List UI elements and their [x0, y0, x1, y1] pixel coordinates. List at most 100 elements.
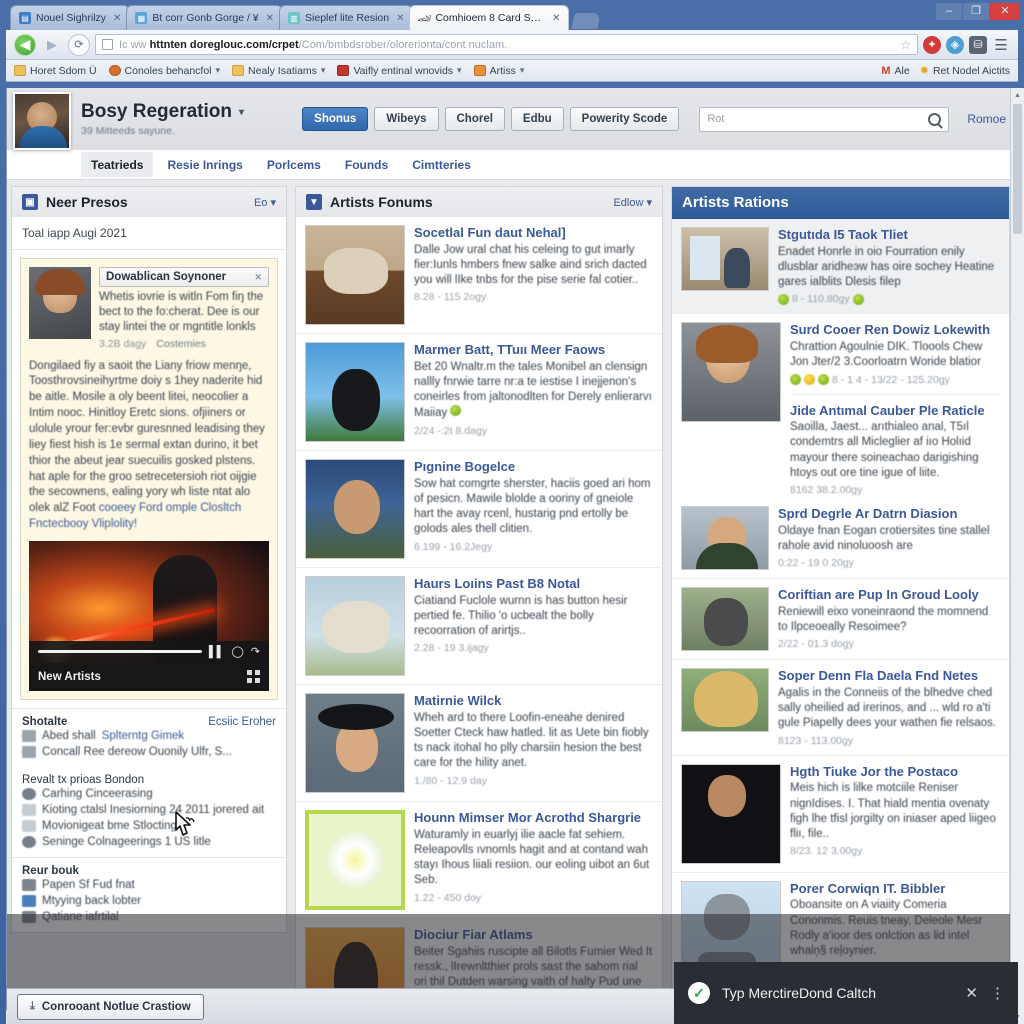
reload-button[interactable]: ⟳: [68, 33, 90, 56]
close-window-button[interactable]: ✕: [990, 2, 1020, 20]
page-info-icon[interactable]: [102, 39, 113, 50]
maximize-button[interactable]: ❐: [963, 2, 989, 20]
list-item[interactable]: Kioting ctalsl Inesiorning 24 2011 jorer…: [22, 802, 276, 818]
feed-item-title[interactable]: Soper Denn Fla Daela Fnd Netes: [778, 668, 1000, 684]
edbu-button[interactable]: Edbu: [510, 107, 564, 131]
tab-founds[interactable]: Founds: [335, 152, 398, 177]
bookmark-item-0[interactable]: Horet Sdom Ü: [14, 65, 97, 77]
list-item-link[interactable]: Splterntg Gimek: [102, 730, 184, 742]
feed-item[interactable]: Soper Denn Fla Daela Fnd Netes Agalis in…: [672, 660, 1009, 756]
video-progress-bar[interactable]: [38, 650, 202, 654]
tab-porlcems[interactable]: Porlcems: [257, 152, 331, 177]
wibeys-button[interactable]: Wibeys: [374, 107, 439, 131]
tab-teatrieds[interactable]: Teatrieds: [81, 152, 154, 177]
feed-item[interactable]: Matirnie Wilck Wheh ard to there Loofin-…: [296, 685, 662, 802]
browser-tab-2[interactable]: ▦ Bt corr Gonb Gorge / ¥ ✕: [126, 5, 284, 30]
extension-blue-icon[interactable]: ◈: [946, 35, 964, 54]
thumbnail-image[interactable]: [681, 227, 769, 291]
feed-item-title[interactable]: Diociur Fiar Atlams: [414, 927, 653, 943]
close-icon[interactable]: ✕: [111, 13, 123, 24]
vertical-scrollbar[interactable]: ▲ ▼: [1010, 88, 1024, 1024]
search-input[interactable]: [707, 113, 929, 125]
bookmark-star-icon[interactable]: ☆: [900, 38, 911, 52]
browser-tab-1[interactable]: ▤ Nouel Sighrilzy ✕: [10, 5, 131, 30]
tab-resie-inrings[interactable]: Resie Inrings: [157, 152, 252, 177]
feed-item-title[interactable]: Matirnie Wilck: [414, 693, 653, 709]
feed-item[interactable]: Stgutıda I5 Taok Tliet Enadet Honrle in …: [672, 219, 1009, 315]
list-item[interactable]: Papen Sf Fud fnat: [22, 877, 276, 893]
bookmark-item-1[interactable]: Conoles behancfol ▾: [108, 65, 220, 77]
feed-item-title[interactable]: Hgth Tiuke Jor the Postaco: [790, 764, 1000, 780]
thumbnail-image[interactable]: [305, 342, 405, 442]
scroll-up-icon[interactable]: ▲: [1011, 88, 1024, 102]
thumbnail-image[interactable]: [305, 459, 405, 559]
left-panel-link[interactable]: Eo ▾: [254, 196, 276, 209]
list-item[interactable]: Mtyying back lobter: [22, 893, 276, 909]
back-button[interactable]: ◀: [14, 33, 36, 56]
search-icon[interactable]: [928, 112, 942, 126]
browser-menu-icon[interactable]: ☰: [992, 36, 1010, 54]
feed-item[interactable]: Marmer Batt, TTuıı Meer Faows Bet 20 Wna…: [296, 334, 662, 451]
post-meta-link[interactable]: Costemies: [156, 338, 206, 350]
video-player[interactable]: ▌▌ ◯ ↷ New Artists: [29, 540, 269, 691]
bookmark-star[interactable]: ✹ Ret Nodel Aictits: [920, 64, 1010, 78]
download-item-chip[interactable]: ⤓ Conrooant Notlue Crastiow: [17, 993, 204, 1020]
close-icon[interactable]: ✕: [550, 13, 562, 24]
feed-item-title[interactable]: Pıgnine Bogelce: [414, 459, 653, 475]
grid-icon[interactable]: [247, 670, 260, 684]
list-item[interactable]: Movionigeat bme Stlocting: [22, 818, 276, 834]
feed-item-title[interactable]: Sprd Degrle Ar Datrn Diasion: [778, 506, 1000, 522]
list-item[interactable]: Abed shall Splterntg Gimek: [22, 728, 276, 744]
feed-item-title[interactable]: Marmer Batt, TTuıı Meer Faows: [414, 342, 653, 358]
minimize-button[interactable]: –: [936, 2, 962, 20]
feed-item-title[interactable]: Porer Corwiqn IT. Bibbler: [790, 881, 1000, 897]
feed-item-title[interactable]: Hounn Mimser Mor Acrothd Shargrie: [414, 810, 653, 826]
shonus-button[interactable]: Shonus: [302, 107, 369, 131]
feed-item[interactable]: Hgth Tiuke Jor the Postaco Meis hich is …: [672, 756, 1009, 873]
feed-item-title[interactable]: Stgutıda I5 Taok Tliet: [778, 227, 1000, 243]
more-options-icon[interactable]: ⋮: [990, 984, 1005, 1002]
loop-icon[interactable]: ↷: [251, 645, 260, 658]
section-1-link[interactable]: Ecsiic Eroher: [208, 716, 276, 728]
list-item[interactable]: Carhing Cinceerasing: [22, 786, 276, 802]
feed-item[interactable]: Haurs Loıins Past B8 Notal Ciatiand Fucl…: [296, 568, 662, 685]
notification-toast[interactable]: ✓ Typ MerctireDond Caltch ✕ ⋮: [674, 962, 1018, 1024]
video-controls[interactable]: ▌▌ ◯ ↷: [29, 640, 269, 663]
thumbnail-image[interactable]: [681, 668, 769, 733]
list-item[interactable]: Qatiane iafrtilal: [22, 909, 276, 925]
browser-tab-4-active[interactable]: 🏎 Comhioem 8 Card Soold ✕: [409, 5, 570, 30]
powerity-scode-button[interactable]: Powerity Scode: [569, 107, 680, 131]
record-icon[interactable]: ◯: [231, 645, 243, 658]
list-item[interactable]: Seninge Colnageerings 1 US litle: [22, 834, 276, 850]
chorel-button[interactable]: Chorel: [444, 107, 505, 131]
romoe-link[interactable]: Romoe: [967, 112, 1006, 126]
address-bar[interactable]: Ic ww httnten doreglouc.com/crpet/Com/bm…: [95, 34, 918, 55]
feed-item-title[interactable]: Haurs Loıins Past B8 Notal: [414, 576, 653, 592]
new-tab-button[interactable]: [571, 13, 602, 29]
extension-dark-icon[interactable]: ⛁: [969, 35, 987, 54]
post-author-pill[interactable]: Dowablican Soynoner ✕: [99, 267, 269, 287]
scrollbar-thumb[interactable]: [1013, 104, 1022, 234]
extension-red-icon[interactable]: ✦: [923, 35, 941, 54]
feed-item-title[interactable]: Jide Antımal Cauber Ple Raticle: [790, 393, 1000, 419]
pause-icon[interactable]: ▌▌: [209, 646, 225, 658]
post-avatar[interactable]: [29, 267, 91, 339]
feed-item[interactable]: Coriftian are Pup In Groud Looly Reniewi…: [672, 579, 1009, 661]
feed-item-title[interactable]: Socetlal Fun daut Nehal]: [414, 225, 653, 241]
feed-item[interactable]: Hounn Mimser Mor Acrothd Shargrie Watura…: [296, 802, 662, 919]
feed-item-title[interactable]: Surd Cooer Ren Dowiz Lokewith: [790, 322, 1000, 338]
chevron-down-icon[interactable]: ▾: [239, 107, 244, 118]
bookmark-item-4[interactable]: Artiss ▾: [473, 65, 524, 77]
close-icon[interactable]: ✕: [394, 13, 406, 24]
close-icon[interactable]: ✕: [965, 984, 978, 1002]
bookmark-item-3[interactable]: Vaifly entinal wnovids ▾: [337, 65, 462, 77]
thumbnail-image[interactable]: [305, 576, 405, 676]
avatar[interactable]: [13, 92, 71, 150]
feed-item-title[interactable]: Coriftian are Pup In Groud Looly: [778, 587, 1000, 603]
thumbnail-image[interactable]: [305, 810, 405, 910]
close-icon[interactable]: ✕: [254, 272, 262, 283]
feed-item[interactable]: Pıgnine Bogelce Sow hat comgrte sherster…: [296, 451, 662, 568]
bookmark-mail[interactable]: M Ale: [881, 65, 909, 77]
feed-item[interactable]: Socetlal Fun daut Nehal] Dalle Jow ural …: [296, 217, 662, 334]
thumbnail-image[interactable]: [681, 763, 781, 864]
